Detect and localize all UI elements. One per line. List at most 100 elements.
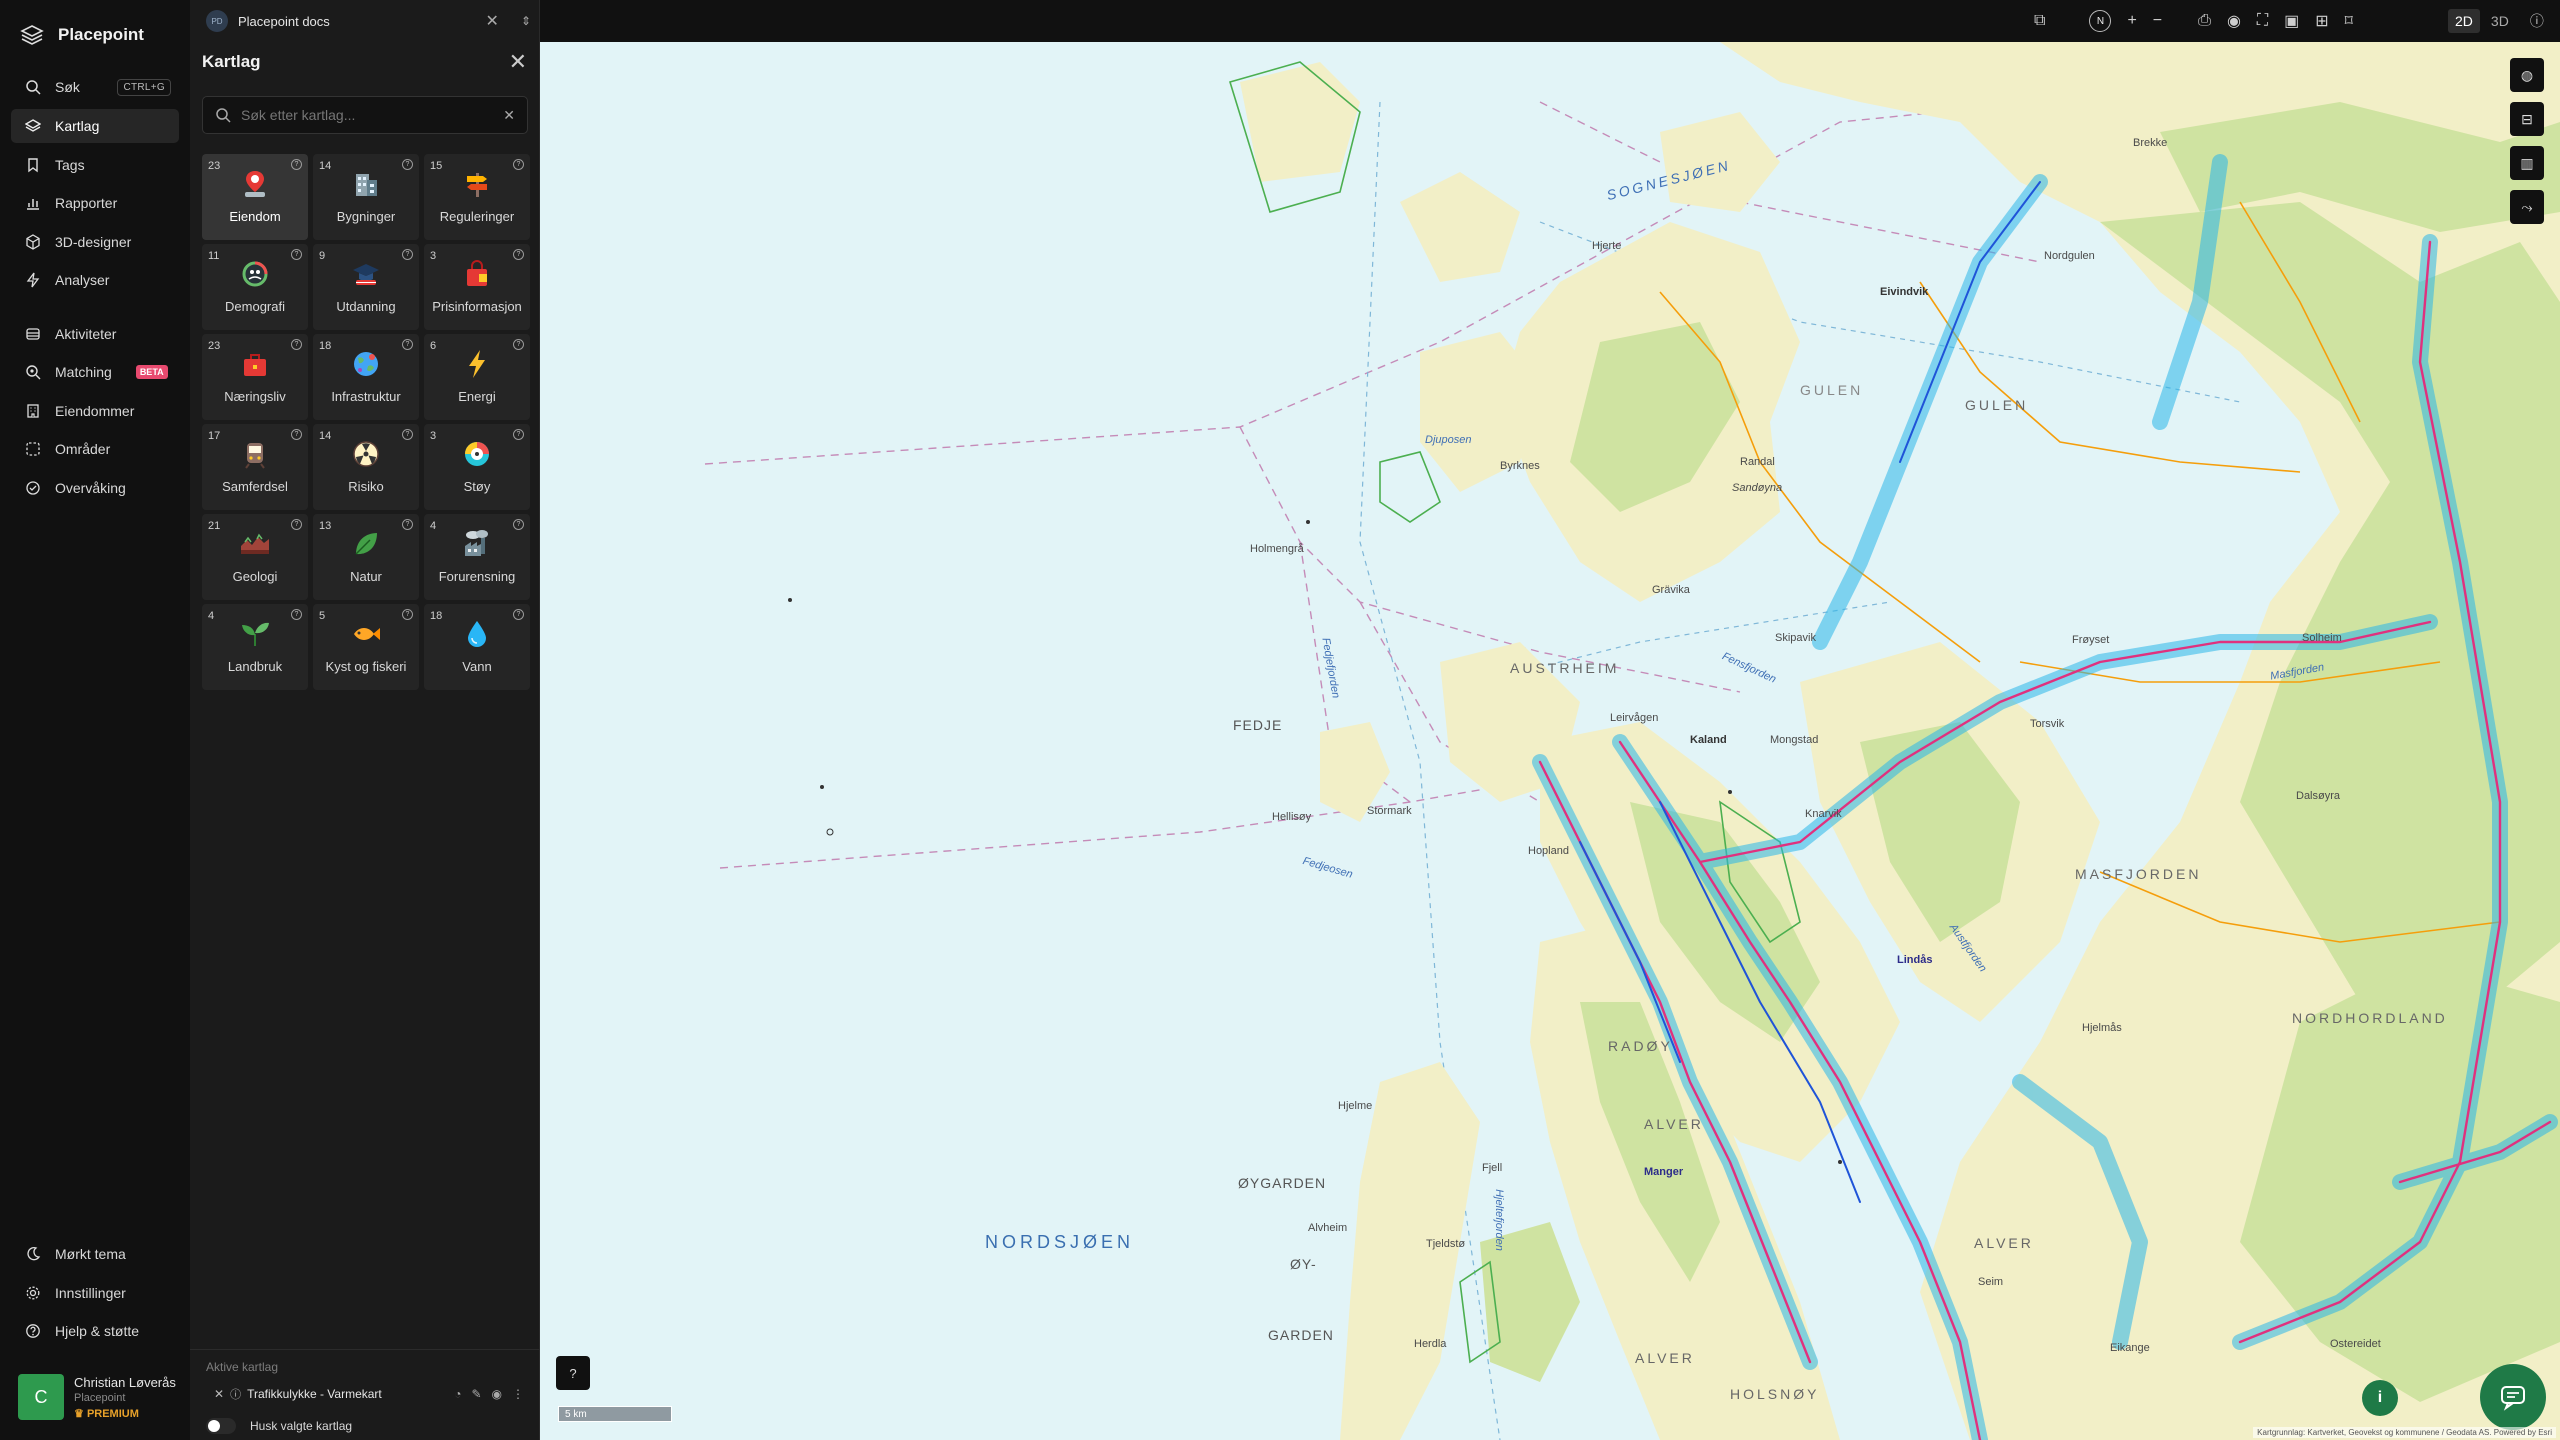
info-icon[interactable]: ⓘ	[230, 1386, 241, 1402]
layer-tile-natur[interactable]: 13 ? Natur	[313, 514, 419, 600]
active-layer-row[interactable]: ✕ ⓘ Trafikkulykke - Varmekart ◔ ✎ ◉ ⋮	[214, 1384, 540, 1404]
layer-category-grid: 23 ? Eiendom 14 ? Bygninger 15 ? Reguler…	[202, 154, 530, 690]
lightning-bolt-icon	[469, 350, 485, 378]
nav-item-overvaking[interactable]: Overvåking	[11, 471, 179, 505]
camera-icon[interactable]: ▣	[2284, 11, 2299, 31]
info-icon[interactable]: ?	[513, 429, 524, 440]
zoom-in-icon[interactable]: +	[2127, 12, 2136, 30]
nav-item-omrader[interactable]: Områder	[11, 432, 179, 466]
graduation-cap-icon	[353, 264, 379, 285]
statistics-button[interactable]: ▥	[2510, 146, 2544, 180]
compass-icon[interactable]: N	[2089, 10, 2112, 32]
nav-item-aktiviteter[interactable]: Aktiviteter	[11, 317, 179, 351]
nav-item-rapporter[interactable]: Rapporter	[11, 186, 179, 220]
close-icon[interactable]: ✕	[486, 11, 499, 31]
nav-item-kartlag[interactable]: Kartlag	[11, 109, 179, 143]
mode-2d-button[interactable]: 2D	[2448, 9, 2480, 33]
layer-tile-samferdsel[interactable]: 17 ? Samferdsel	[202, 424, 308, 510]
layer-tile-geologi[interactable]: 21 ? Geologi	[202, 514, 308, 600]
ruler-icon: ⊟	[2521, 110, 2533, 127]
layer-tile-infrastruktur[interactable]: 18 ? Infrastruktur	[313, 334, 419, 420]
info-icon[interactable]: ?	[402, 519, 413, 530]
layer-tile-vann[interactable]: 18 ? Vann	[424, 604, 530, 690]
info-icon[interactable]: ?	[291, 609, 302, 620]
zoom-out-icon[interactable]: −	[2153, 12, 2162, 30]
info-button[interactable]: i	[2362, 1380, 2398, 1416]
remember-toggle[interactable]	[206, 1418, 236, 1434]
nav-item-tags[interactable]: Tags	[11, 148, 179, 182]
chat-button[interactable]	[2480, 1364, 2546, 1430]
info-icon[interactable]: ?	[402, 609, 413, 620]
nav-item-dark-theme[interactable]: Mørkt tema	[11, 1237, 179, 1271]
layer-tile-landbruk[interactable]: 4 ? Landbruk	[202, 604, 308, 690]
info-icon[interactable]: ?	[402, 249, 413, 260]
grid-icon[interactable]: ⊞	[2315, 11, 2328, 31]
bookmark-icon[interactable]: ⌑	[2345, 11, 2353, 31]
nav-item-search[interactable]: Søk CTRL+G	[11, 70, 179, 104]
workspace-selector[interactable]: PD Placepoint docs ✕ ⇕	[206, 6, 531, 36]
edit-icon[interactable]: ✎	[471, 1387, 481, 1401]
nav-item-analyser[interactable]: Analyser	[11, 263, 179, 297]
layers-stack-icon[interactable]: ⧉	[2034, 12, 2045, 30]
route-button[interactable]: ⤳	[2510, 190, 2544, 224]
layer-tile-stoy[interactable]: 3 ? Støy	[424, 424, 530, 510]
layer-tile-eiendom[interactable]: 23 ? Eiendom	[202, 154, 308, 240]
info-icon[interactable]: ?	[513, 159, 524, 170]
info-icon[interactable]: ?	[291, 429, 302, 440]
map-label-herdla: Herdla	[1414, 1338, 1447, 1350]
info-icon[interactable]: ?	[513, 249, 524, 260]
nav-item-eiendommer[interactable]: Eiendommer	[11, 394, 179, 428]
map-help-button[interactable]: ?	[556, 1356, 590, 1390]
layers-icon	[25, 119, 41, 132]
user-plan: ♛ PREMIUM	[74, 1407, 176, 1420]
tile-count: 17	[208, 430, 221, 442]
info-icon[interactable]: ?	[291, 519, 302, 530]
map-attribution[interactable]: Kartgrunnlag: Kartverket, Geovekst og ko…	[2253, 1427, 2556, 1438]
brand[interactable]: Placepoint	[20, 20, 144, 50]
layer-tile-energi[interactable]: 6 ? Energi	[424, 334, 530, 420]
layer-tile-risiko[interactable]: 14 ? Risiko	[313, 424, 419, 510]
opacity-icon[interactable]: ◔	[454, 1387, 461, 1401]
fullscreen-icon[interactable]: ⛶	[2257, 12, 2268, 30]
mode-3d-button[interactable]: 3D	[2484, 9, 2516, 33]
nav-item-settings[interactable]: Innstillinger	[11, 1276, 179, 1310]
close-icon[interactable]: ✕	[509, 49, 527, 75]
bar-chart-icon	[27, 199, 39, 210]
tile-label: Infrastruktur	[331, 389, 401, 404]
layer-tile-reguleringer[interactable]: 15 ? Reguleringer	[424, 154, 530, 240]
nav-item-help[interactable]: Hjelp & støtte	[11, 1314, 179, 1348]
nav-item-matching[interactable]: Matching BETA	[11, 355, 179, 389]
nav-item-3d-designer[interactable]: 3D-designer	[11, 225, 179, 259]
noise-gauge-icon	[465, 442, 489, 466]
chevron-up-down-icon[interactable]: ⇕	[521, 14, 531, 28]
layer-tile-demografi[interactable]: 11 ? Demografi	[202, 244, 308, 330]
more-icon[interactable]: ⋮	[512, 1387, 524, 1401]
remove-icon[interactable]: ✕	[214, 1387, 224, 1401]
measure-button[interactable]: ⊟	[2510, 102, 2544, 136]
user-menu[interactable]: C Christian Løverås Placepoint ♛ PREMIUM	[18, 1374, 176, 1420]
layer-tile-naeringsliv[interactable]: 23 ? Næringsliv	[202, 334, 308, 420]
info-icon[interactable]: ?	[291, 159, 302, 170]
info-icon[interactable]: ?	[513, 609, 524, 620]
map-canvas[interactable]: NORDSJØEN SOGNESJØEN NORDHORDLAND GULEN …	[540, 42, 2560, 1440]
layer-tile-bygninger[interactable]: 14 ? Bygninger	[313, 154, 419, 240]
layer-search-input[interactable]	[241, 107, 491, 123]
print-icon[interactable]: ⎙	[2198, 12, 2211, 30]
layer-tile-kyst-og-fiskeri[interactable]: 5 ? Kyst og fiskeri	[313, 604, 419, 690]
layer-tile-utdanning[interactable]: 9 ? Utdanning	[313, 244, 419, 330]
info-icon[interactable]: ?	[513, 519, 524, 530]
map-style-button[interactable]: ◍	[2510, 58, 2544, 92]
info-icon[interactable]: ?	[402, 159, 413, 170]
info-icon[interactable]: ?	[513, 339, 524, 350]
info-icon[interactable]: ?	[402, 429, 413, 440]
layer-tile-forurensning[interactable]: 4 ? Forurensning	[424, 514, 530, 600]
info-icon[interactable]: ⓘ	[2530, 11, 2544, 31]
eye-icon[interactable]: ◉	[492, 1387, 502, 1401]
info-icon[interactable]: ?	[291, 249, 302, 260]
layer-tile-prisinformasjon[interactable]: 3 ? Prisinformasjon	[424, 244, 530, 330]
info-icon[interactable]: ?	[402, 339, 413, 350]
eye-icon[interactable]: ◉	[2227, 11, 2241, 31]
info-icon[interactable]: ?	[291, 339, 302, 350]
clear-icon[interactable]: ✕	[503, 107, 515, 124]
user-name: Christian Løverås	[74, 1374, 176, 1390]
